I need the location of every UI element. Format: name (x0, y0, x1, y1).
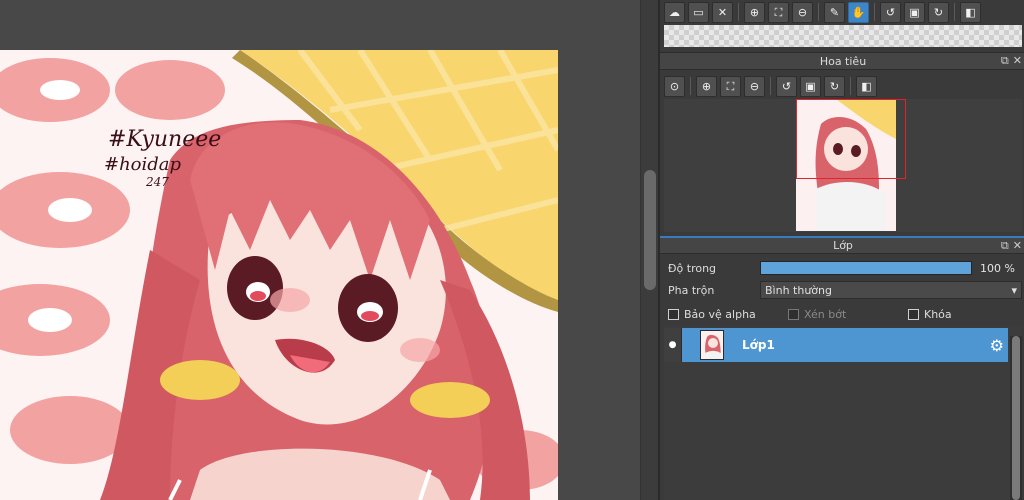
protect-alpha-label: Bảo vệ alpha (684, 307, 756, 321)
artwork-illustration: #Kyuneee #hoidap 247 (0, 50, 558, 500)
signature-line-2: #hoidap (104, 154, 182, 175)
toolbar-separator (738, 3, 739, 21)
layer-thumbnail (700, 330, 724, 360)
zoom-out-icon[interactable]: ⊖ (744, 75, 765, 97)
protect-alpha-checkbox[interactable]: Bảo vệ alpha (668, 308, 788, 321)
reset-view-icon[interactable]: ▣ (904, 1, 925, 23)
signature-line-1: #Kyuneee (108, 127, 221, 152)
toolbar-separator (770, 77, 771, 95)
cloud-upload-icon[interactable]: ☁ (664, 1, 685, 23)
navigator-toolbar: ⊙ ⊕ ⛶ ⊖ ↺ ▣ ↻ ◧ (660, 73, 1024, 99)
blend-row: Pha trộn Bình thường ▾ (668, 280, 1022, 300)
signature-line-3: 247 (145, 175, 169, 189)
blend-mode-select[interactable]: Bình thường ▾ (760, 281, 1022, 299)
canvas-vertical-scrollbar[interactable] (640, 0, 658, 500)
blend-mode-value: Bình thường (765, 283, 832, 297)
gear-icon[interactable]: ⚙ (990, 336, 1004, 355)
navigator-view[interactable] (664, 99, 1022, 232)
zoom-out-icon[interactable]: ⊖ (792, 1, 813, 23)
layer-name[interactable]: Lớp1 (742, 338, 775, 352)
checkbox-box (788, 308, 799, 320)
top-toolbar: ☁ ▭ ✕ ⊕ ⛶ ⊖ ✎ ✋ ↺ ▣ ↻ ◧ (660, 0, 1024, 24)
zoom-in-icon[interactable]: ⊕ (744, 1, 765, 23)
eyedropper-icon[interactable]: ✎ (824, 1, 845, 23)
close-icon[interactable]: ✕ (712, 1, 733, 23)
opacity-value: 100 % (980, 261, 1015, 275)
checkbox-box[interactable] (668, 308, 679, 320)
color-preview-strip (664, 25, 1022, 47)
folder-icon[interactable]: ▭ (688, 1, 709, 23)
opacity-row: Độ trong 100 % (668, 258, 1022, 278)
navigator-title: Hoa tiêu (819, 54, 867, 68)
navigator-header: Hoa tiêu ⧉ ✕ (660, 52, 1024, 70)
layer-row[interactable]: ● Lớp1 ⚙ (664, 328, 1008, 362)
popout-icon[interactable]: ⧉ (1001, 239, 1009, 253)
checkbox-box[interactable] (908, 308, 919, 320)
layers-title: Lớp (833, 239, 853, 252)
zoom-in-icon[interactable]: ⊕ (696, 75, 717, 97)
lock-checkbox[interactable]: Khóa (908, 308, 952, 321)
visibility-eye-icon[interactable]: ● (664, 328, 682, 362)
reset-view-icon[interactable]: ▣ (800, 75, 821, 97)
fit-screen-icon[interactable]: ⛶ (768, 1, 789, 23)
popout-icon[interactable]: ⧉ (1001, 54, 1009, 68)
canvas-area[interactable]: #Kyuneee #hoidap 247 (0, 0, 640, 500)
chevron-down-icon: ▾ (1011, 283, 1017, 297)
app-window: #Kyuneee #hoidap 247 ☁ ▭ ✕ ⊕ ⛶ ⊖ ✎ ✋ ↺ ▣… (0, 0, 1024, 500)
rotate-right-icon[interactable]: ↻ (928, 1, 949, 23)
right-panel: ☁ ▭ ✕ ⊕ ⛶ ⊖ ✎ ✋ ↺ ▣ ↻ ◧ Hoa tiêu ⧉ ✕ ⊙ ⊕… (658, 0, 1024, 500)
toolbar-separator (690, 77, 691, 95)
layer-options-row: Bảo vệ alpha Xén bớt Khóa (668, 304, 1022, 324)
flip-icon[interactable]: ◧ (856, 75, 877, 97)
lock-label: Khóa (924, 307, 952, 321)
blend-label: Pha trộn (668, 283, 715, 297)
clipping-checkbox: Xén bớt (788, 308, 908, 321)
zoom-actual-icon[interactable]: ⊙ (664, 75, 685, 97)
layer-thumbnail-art (701, 331, 723, 359)
layer-list: ● Lớp1 ⚙ (664, 326, 1022, 500)
canvas-scroll-thumb[interactable] (644, 170, 656, 290)
artwork-canvas[interactable]: #Kyuneee #hoidap 247 (0, 50, 558, 500)
layers-header: Lớp ⧉ ✕ (660, 236, 1024, 254)
clipping-label: Xén bớt (804, 307, 847, 321)
navigator-viewport-frame[interactable] (796, 99, 906, 179)
rotate-right-icon[interactable]: ↻ (824, 75, 845, 97)
toolbar-separator (850, 77, 851, 95)
opacity-slider-fill (761, 262, 971, 274)
opacity-label: Độ trong (668, 261, 717, 275)
layer-list-scroll-thumb[interactable] (1012, 336, 1020, 500)
toolbar-separator (874, 3, 875, 21)
close-icon[interactable]: ✕ (1013, 54, 1022, 68)
hand-icon[interactable]: ✋ (848, 1, 869, 23)
layer-list-scrollbar[interactable] (1010, 336, 1022, 500)
rotate-left-icon[interactable]: ↺ (776, 75, 797, 97)
toolbar-separator (954, 3, 955, 21)
close-icon[interactable]: ✕ (1013, 239, 1022, 253)
flip-icon[interactable]: ◧ (960, 1, 981, 23)
rotate-left-icon[interactable]: ↺ (880, 1, 901, 23)
toolbar-separator (818, 3, 819, 21)
fit-screen-icon[interactable]: ⛶ (720, 75, 741, 97)
opacity-slider[interactable] (760, 261, 972, 275)
